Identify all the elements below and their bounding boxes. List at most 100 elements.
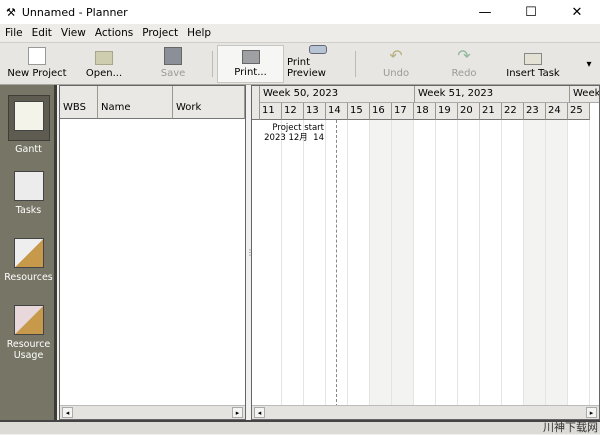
- project-start-line: [336, 120, 337, 407]
- app-icon: ⚒: [6, 5, 16, 19]
- insert-task-icon: [524, 53, 542, 65]
- gantt-header-corner: [252, 86, 260, 120]
- open-button[interactable]: Open...: [80, 45, 128, 83]
- task-table: WBS Name Work ◂ ▸: [59, 85, 246, 420]
- label: Print...: [234, 67, 267, 78]
- column-header-name[interactable]: Name: [98, 86, 173, 119]
- label: New Project: [7, 68, 67, 79]
- save-button[interactable]: Save: [152, 45, 194, 83]
- day-column: [546, 120, 568, 407]
- project-start-date: 2023 12月 14: [264, 133, 324, 143]
- label: Print Preview: [287, 57, 326, 79]
- day-column: [326, 120, 348, 407]
- view-sidebar: Gantt Tasks Resources Resource Usage: [0, 85, 57, 420]
- horizontal-scrollbar[interactable]: ◂ ▸: [60, 405, 245, 419]
- menu-bar: File Edit View Actions Project Help: [0, 24, 600, 43]
- redo-button[interactable]: ↷ Redo: [444, 45, 484, 83]
- label: Resource Usage: [6, 339, 51, 361]
- print-button[interactable]: Print...: [217, 45, 284, 83]
- window-title: Unnamed - Planner: [21, 5, 128, 19]
- folder-icon: [95, 51, 113, 65]
- redo-icon: ↷: [457, 46, 471, 65]
- label: Tasks: [15, 205, 42, 216]
- day-header: 18: [414, 103, 436, 120]
- close-button[interactable]: ✕: [554, 0, 600, 24]
- print-preview-button[interactable]: Print Preview: [287, 45, 349, 83]
- label: Insert Task: [506, 68, 560, 79]
- day-column: [304, 120, 326, 407]
- day-column: [370, 120, 392, 407]
- day-column: [348, 120, 370, 407]
- day-header: 14: [326, 103, 348, 120]
- watermark: 川神下载网: [543, 421, 598, 434]
- print-preview-icon: [309, 45, 327, 54]
- sidebar-item-gantt[interactable]: Gantt: [0, 95, 57, 155]
- day-header: 13: [304, 103, 326, 120]
- scroll-left-button[interactable]: ◂: [62, 407, 73, 418]
- toolbar: New Project Open... Save Print... Print …: [0, 43, 600, 85]
- printer-icon: [241, 50, 260, 64]
- day-header: 24: [546, 103, 568, 120]
- new-project-button[interactable]: New Project: [6, 45, 68, 83]
- label: Open...: [85, 68, 123, 79]
- undo-button[interactable]: ↶ Undo: [376, 45, 416, 83]
- day-header: 11: [260, 103, 282, 120]
- sidebar-item-tasks[interactable]: Tasks: [0, 171, 57, 216]
- sidebar-item-resources[interactable]: Resources: [0, 238, 57, 283]
- floppy-disk-icon: [164, 47, 182, 65]
- project-start-annotation: Project start 2023 12月 14: [262, 123, 324, 143]
- menu-view[interactable]: View: [61, 27, 86, 39]
- label: Save: [160, 68, 186, 79]
- week-header: Week 52, 2023: [570, 86, 599, 103]
- menu-file[interactable]: File: [5, 27, 23, 39]
- day-header: 22: [502, 103, 524, 120]
- week-header: Week 51, 2023: [415, 86, 570, 103]
- menu-help[interactable]: Help: [187, 27, 211, 39]
- week-header: Week 50, 2023: [260, 86, 415, 103]
- label: Gantt: [15, 144, 42, 155]
- day-column: [524, 120, 546, 407]
- menu-actions[interactable]: Actions: [95, 27, 133, 39]
- day-header: 23: [524, 103, 546, 120]
- day-header: 17: [392, 103, 414, 120]
- scroll-right-button[interactable]: ▸: [232, 407, 243, 418]
- day-header: 12: [282, 103, 304, 120]
- day-column: [480, 120, 502, 407]
- new-document-icon: [28, 47, 46, 65]
- tasks-icon: [13, 171, 44, 201]
- day-column: [260, 120, 282, 407]
- separator: [212, 51, 213, 77]
- insert-task-button[interactable]: Insert Task: [504, 45, 562, 83]
- day-header: 16: [370, 103, 392, 120]
- undo-icon: ↶: [389, 46, 403, 65]
- scroll-left-button[interactable]: ◂: [254, 407, 265, 418]
- maximize-button[interactable]: ☐: [508, 0, 554, 24]
- sidebar-item-resource-usage[interactable]: Resource Usage: [0, 305, 57, 361]
- status-bar: 川神下载网: [0, 420, 600, 434]
- day-header: 25: [568, 103, 590, 120]
- label: Resources: [4, 272, 53, 283]
- minimize-button[interactable]: —: [462, 0, 508, 24]
- column-header-wbs[interactable]: WBS: [60, 86, 98, 119]
- title-bar: ⚒ Unnamed - Planner — ☐ ✕: [0, 0, 600, 24]
- day-column: [282, 120, 304, 407]
- scroll-right-button[interactable]: ▸: [586, 407, 597, 418]
- menu-edit[interactable]: Edit: [32, 27, 52, 39]
- day-header: 20: [458, 103, 480, 120]
- day-header: 15: [348, 103, 370, 120]
- day-column: [392, 120, 414, 407]
- separator: [355, 51, 356, 77]
- menu-project[interactable]: Project: [142, 27, 178, 39]
- toolbar-overflow-button[interactable]: ▾: [582, 45, 596, 83]
- day-column: [458, 120, 480, 407]
- column-header-work[interactable]: Work: [173, 86, 245, 119]
- day-header: 19: [436, 103, 458, 120]
- day-header: 21: [480, 103, 502, 120]
- label: Undo: [382, 68, 410, 79]
- resources-icon: [13, 238, 44, 268]
- resource-usage-icon: [13, 305, 44, 335]
- gantt-chart: Week 50, 2023 Week 51, 2023 Week 52, 202…: [251, 85, 600, 420]
- gantt-icon: [13, 101, 44, 131]
- horizontal-scrollbar[interactable]: ◂ ▸: [252, 405, 599, 419]
- label: Redo: [451, 68, 477, 79]
